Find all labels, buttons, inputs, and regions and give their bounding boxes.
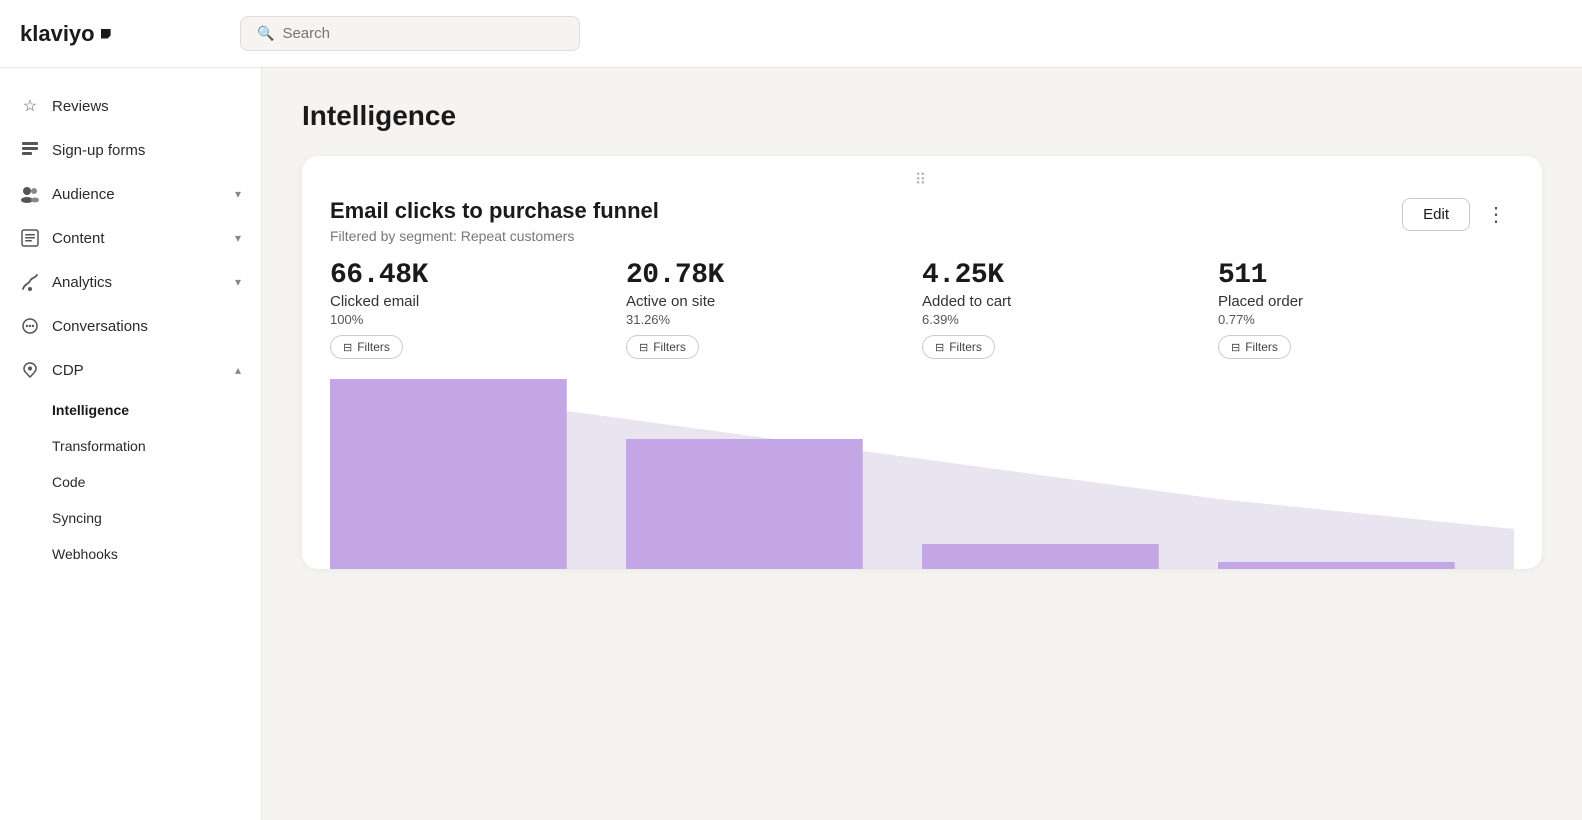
metric-value-0: 66.48K <box>330 260 610 291</box>
main-content: Intelligence ⠿ Email clicks to purchase … <box>262 68 1582 820</box>
metric-clicked-email: 66.48K Clicked email 100% ⊟ Filters <box>330 260 626 359</box>
sidebar-sub-item-transformation[interactable]: Transformation <box>52 428 261 464</box>
bar-col-0 <box>330 379 626 569</box>
sidebar-sub-item-webhooks[interactable]: Webhooks <box>52 536 261 572</box>
filter-button-1[interactable]: ⊟ Filters <box>626 335 699 359</box>
widget-title-group: Email clicks to purchase funnel Filtered… <box>330 198 659 244</box>
cdp-sub-menu: Intelligence Transformation Code Syncing… <box>0 392 261 572</box>
funnel-chart <box>302 379 1542 569</box>
sidebar-label-reviews: Reviews <box>52 98 109 115</box>
filter-icon-2: ⊟ <box>935 341 944 354</box>
widget-actions: Edit ⋮ <box>1402 198 1514 231</box>
form-icon <box>20 140 40 160</box>
drag-handle[interactable]: ⠿ <box>302 156 1542 198</box>
metric-label-1: Active on site <box>626 293 906 310</box>
conversations-icon <box>20 316 40 336</box>
sidebar-item-content[interactable]: Content ▾ <box>0 216 261 260</box>
metric-pct-0: 100% <box>330 312 610 327</box>
filter-button-2[interactable]: ⊟ Filters <box>922 335 995 359</box>
widget-card: ⠿ Email clicks to purchase funnel Filter… <box>302 156 1542 569</box>
sidebar-item-signup-forms[interactable]: Sign-up forms <box>0 128 261 172</box>
chevron-down-icon: ▾ <box>235 187 241 201</box>
logo: klaviyo <box>20 21 220 47</box>
cdp-icon <box>20 360 40 380</box>
metric-value-3: 511 <box>1218 260 1498 291</box>
sidebar-label-signup-forms: Sign-up forms <box>52 142 145 159</box>
layout: ☆ Reviews Sign-up forms Audience ▾ <box>0 68 1582 820</box>
sidebar-label-audience: Audience <box>52 186 115 203</box>
filter-button-3[interactable]: ⊟ Filters <box>1218 335 1291 359</box>
widget-header: Email clicks to purchase funnel Filtered… <box>302 198 1542 260</box>
sidebar-item-audience[interactable]: Audience ▾ <box>0 172 261 216</box>
filter-icon-3: ⊟ <box>1231 341 1240 354</box>
filter-icon-0: ⊟ <box>343 341 352 354</box>
bar-col-3 <box>1218 379 1514 569</box>
search-icon: 🔍 <box>257 25 274 42</box>
widget-subtitle: Filtered by segment: Repeat customers <box>330 228 659 244</box>
content-icon <box>20 228 40 248</box>
metric-value-2: 4.25K <box>922 260 1202 291</box>
search-input[interactable] <box>282 25 563 42</box>
sidebar-label-cdp: CDP <box>52 362 84 379</box>
chevron-up-icon-cdp: ▴ <box>235 363 241 377</box>
widget-title: Email clicks to purchase funnel <box>330 198 659 224</box>
metric-pct-1: 31.26% <box>626 312 906 327</box>
sidebar-item-conversations[interactable]: Conversations <box>0 304 261 348</box>
metric-added-to-cart: 4.25K Added to cart 6.39% ⊟ Filters <box>922 260 1218 359</box>
sidebar-item-cdp[interactable]: CDP ▴ <box>0 348 261 392</box>
funnel-metrics: 66.48K Clicked email 100% ⊟ Filters 20.7… <box>302 260 1542 379</box>
page-title: Intelligence <box>302 100 1542 132</box>
sidebar-label-conversations: Conversations <box>52 318 148 335</box>
metric-label-0: Clicked email <box>330 293 610 310</box>
metric-value-1: 20.78K <box>626 260 906 291</box>
star-icon: ☆ <box>20 96 40 116</box>
metric-active-on-site: 20.78K Active on site 31.26% ⊟ Filters <box>626 260 922 359</box>
sidebar-sub-item-syncing[interactable]: Syncing <box>52 500 261 536</box>
metric-label-2: Added to cart <box>922 293 1202 310</box>
metric-label-3: Placed order <box>1218 293 1498 310</box>
bar-col-1 <box>626 379 922 569</box>
logo-mark <box>101 29 111 39</box>
sidebar-label-content: Content <box>52 230 105 247</box>
chevron-down-icon-analytics: ▾ <box>235 275 241 289</box>
bar-col-2 <box>922 379 1218 569</box>
logo-text: klaviyo <box>20 21 95 47</box>
filter-icon-1: ⊟ <box>639 341 648 354</box>
sidebar-item-reviews[interactable]: ☆ Reviews <box>0 84 261 128</box>
analytics-icon <box>20 272 40 292</box>
sidebar-item-analytics[interactable]: Analytics ▾ <box>0 260 261 304</box>
audience-icon <box>20 184 40 204</box>
sidebar-sub-item-code[interactable]: Code <box>52 464 261 500</box>
sidebar-sub-item-intelligence[interactable]: Intelligence <box>52 392 261 428</box>
sidebar: ☆ Reviews Sign-up forms Audience ▾ <box>0 68 262 820</box>
search-bar[interactable]: 🔍 <box>240 16 580 51</box>
filter-button-0[interactable]: ⊟ Filters <box>330 335 403 359</box>
edit-button[interactable]: Edit <box>1402 198 1470 231</box>
metric-pct-2: 6.39% <box>922 312 1202 327</box>
metric-pct-3: 0.77% <box>1218 312 1498 327</box>
chevron-down-icon-content: ▾ <box>235 231 241 245</box>
sidebar-label-analytics: Analytics <box>52 274 112 291</box>
topbar: klaviyo 🔍 <box>0 0 1582 68</box>
metric-placed-order: 511 Placed order 0.77% ⊟ Filters <box>1218 260 1514 359</box>
more-options-button[interactable]: ⋮ <box>1478 198 1514 231</box>
